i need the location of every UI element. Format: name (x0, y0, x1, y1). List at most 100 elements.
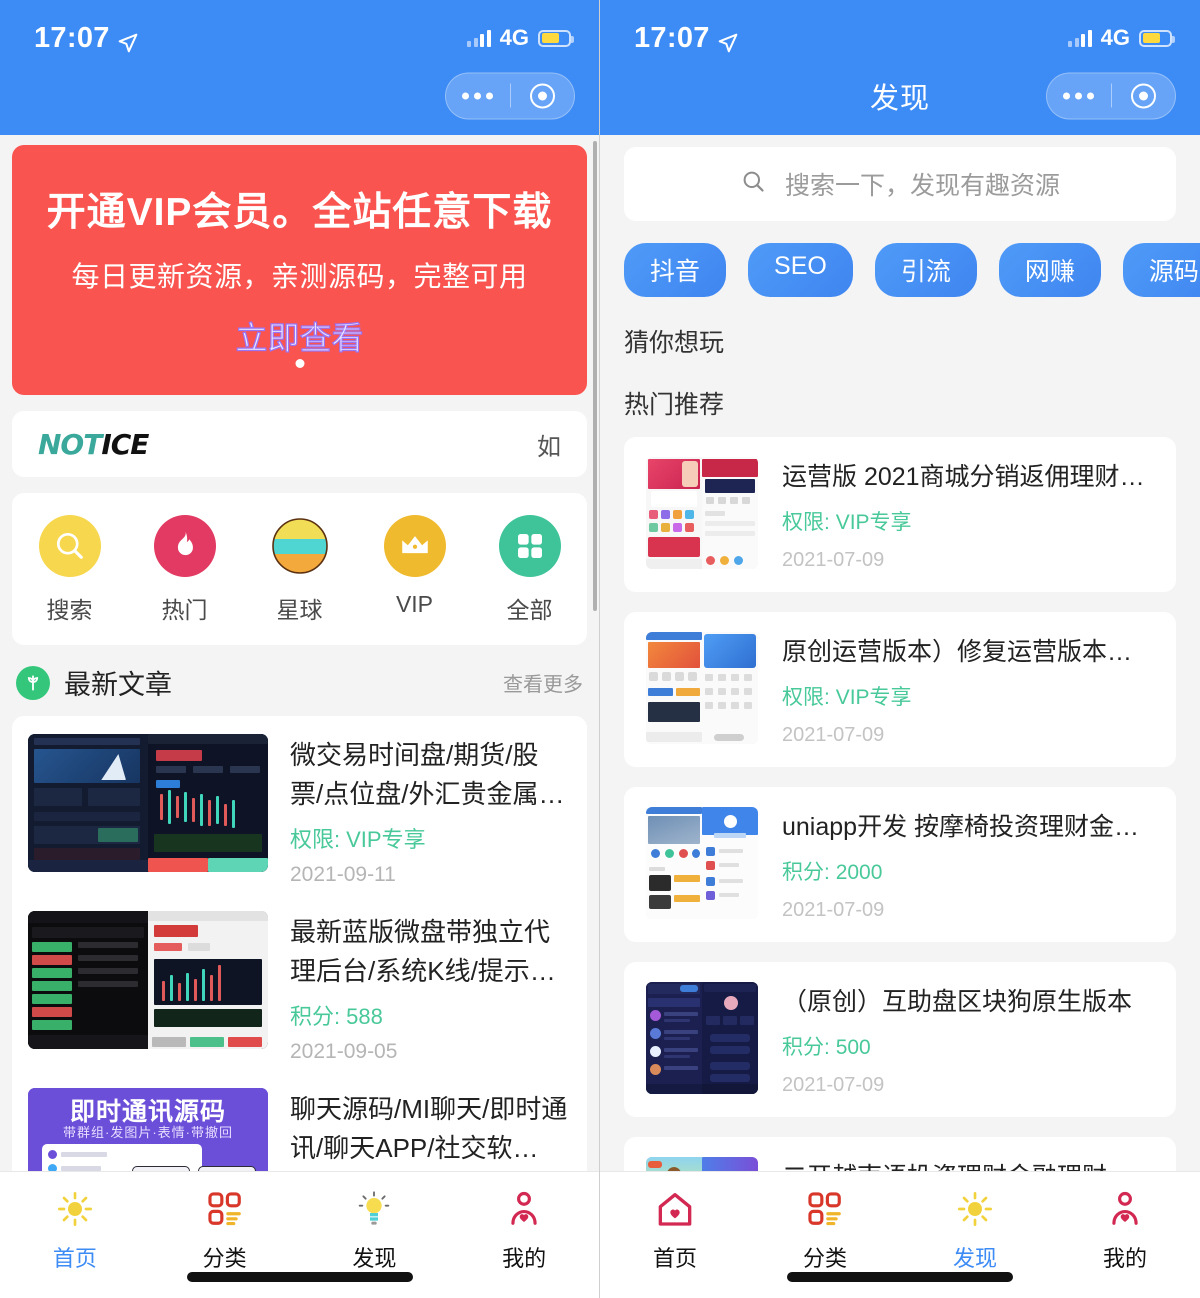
tab-label: 我的 (1102, 1246, 1147, 1271)
resource-card[interactable]: 运营版 2021商城分销返佣理财金融源码 权限: VIP专享 2021-07-0… (624, 437, 1176, 592)
tag-chip[interactable]: 抖音 (624, 243, 727, 297)
resource-thumbnail (646, 457, 758, 569)
status-bar: 17:07 4G (600, 0, 1200, 56)
tag-chip[interactable]: 引流 (874, 243, 977, 297)
resource-meta: 权限: VIP专享 (782, 681, 1154, 711)
home-indicator (186, 1272, 413, 1282)
left-scrollbar[interactable] (593, 141, 597, 611)
tag-chip-row[interactable]: 抖音 SEO 引流 网赚 源码 图片 (600, 221, 1200, 297)
banner-subheadline: 每日更新资源，亲测源码，完整可用 (71, 261, 528, 292)
sun-icon (55, 1186, 95, 1232)
tag-chip[interactable]: 源码 (1122, 243, 1200, 297)
more-menu-button[interactable] (446, 92, 510, 99)
resource-title[interactable]: （原创）互助盘区块狗原生版本 (782, 982, 1154, 1018)
tab-label: 发现 (952, 1246, 997, 1271)
tab-category[interactable]: 分类 (750, 1186, 900, 1273)
tab-home[interactable]: 首页 (0, 1186, 150, 1273)
view-more-link[interactable]: 查看更多 (503, 668, 583, 697)
tab-label: 首页 (52, 1246, 97, 1271)
resource-title[interactable]: 运营版 2021商城分销返佣理财金融源码 (782, 457, 1154, 493)
tab-discover[interactable]: 发现 (300, 1186, 450, 1273)
tab-mine[interactable]: 我的 (449, 1186, 599, 1273)
left-scroll-body[interactable]: 开通VIP会员。全站任意下载 每日更新资源，亲测源码，完整可用 立即查看 NOT… (0, 135, 599, 1298)
network-label: 4G (499, 25, 529, 50)
article-title[interactable]: 微交易时间盘/期货/股票/点位盘/外汇贵金属交易平台... (290, 736, 571, 814)
status-time: 17:07 (34, 21, 110, 54)
vip-promo-banner[interactable]: 开通VIP会员。全站任意下载 每日更新资源，亲测源码，完整可用 立即查看 (12, 145, 587, 395)
resource-title[interactable]: 原创运营版本）修复运营版本投资理财金... (782, 632, 1154, 668)
left-tabbar: 首页 分类 发现 我的 (0, 1171, 599, 1298)
fire-icon (153, 515, 216, 577)
target-circle-icon (1130, 83, 1156, 108)
tag-chip[interactable]: SEO (748, 243, 853, 297)
quick-entry-hot[interactable]: 热门 (127, 515, 242, 625)
quick-entry-all[interactable]: 全部 (472, 515, 587, 625)
article-row[interactable]: 微交易时间盘/期货/股票/点位盘/外汇贵金属交易平台... 权限:VIP专享 2… (12, 722, 587, 899)
close-miniprogram-button[interactable] (1112, 83, 1176, 108)
tab-category[interactable]: 分类 (150, 1186, 300, 1273)
target-circle-icon (529, 83, 555, 108)
article-meta-value: VIP专享 (346, 827, 426, 852)
tab-discover[interactable]: 发现 (900, 1186, 1050, 1273)
search-input[interactable]: 搜索一下，发现有趣资源 (624, 147, 1176, 221)
resource-info: 运营版 2021商城分销返佣理财金融源码 权限: VIP专享 2021-07-0… (782, 457, 1154, 572)
article-thumbnail (28, 734, 268, 872)
resource-meta-value: VIP专享 (835, 511, 912, 534)
article-row[interactable]: 最新蓝版微盘带独立代理后台/系统K线/提示音等 积分:588 2021-09-0… (12, 899, 587, 1076)
location-arrow-icon (118, 28, 138, 53)
article-info: 最新蓝版微盘带独立代理后台/系统K线/提示音等 积分:588 2021-09-0… (290, 911, 571, 1064)
right-topbar: 17:07 4G 发现 (600, 0, 1200, 135)
status-clock: 17:07 (34, 22, 138, 55)
user-heart-icon (1106, 1186, 1144, 1232)
article-title[interactable]: 聊天源码/MI聊天/即时通讯/聊天APP/社交软件/im系统... (290, 1090, 571, 1168)
status-clock: 17:07 (634, 22, 738, 55)
miniprogram-capsule[interactable] (1046, 72, 1176, 119)
tab-label: 分类 (202, 1246, 247, 1271)
resource-date: 2021-07-09 (782, 1074, 885, 1096)
status-indicators: 4G (1068, 25, 1175, 51)
network-label: 4G (1100, 25, 1130, 50)
battery-icon (538, 29, 574, 47)
right-scroll-body[interactable]: 搜索一下，发现有趣资源 抖音 SEO 引流 网赚 源码 图片 猜你想玩 热门推荐 (600, 135, 1200, 1298)
banner-cta-text[interactable]: 立即查看 (235, 313, 364, 359)
tab-home[interactable]: 首页 (600, 1186, 750, 1273)
quick-entry-planet[interactable]: 星球 (242, 515, 357, 625)
article-thumbnail (28, 911, 268, 1049)
article-info: 微交易时间盘/期货/股票/点位盘/外汇贵金属交易平台... 权限:VIP专享 2… (290, 734, 571, 887)
resource-card[interactable]: （原创）互助盘区块狗原生版本 积分: 500 2021-07-09 (624, 962, 1176, 1117)
resource-thumbnail (646, 982, 758, 1094)
more-menu-button[interactable] (1047, 92, 1111, 99)
close-miniprogram-button[interactable] (511, 83, 575, 108)
right-nav-row: 发现 (600, 56, 1200, 135)
notice-text: 如 (537, 433, 561, 461)
latest-articles-header: 最新文章 查看更多 (0, 645, 599, 716)
quick-entry-label: VIP (395, 591, 434, 617)
quick-entry-vip[interactable]: VIP (357, 515, 472, 625)
battery-icon (1139, 29, 1175, 47)
hot-card-list: 运营版 2021商城分销返佣理财金融源码 权限: VIP专享 2021-07-0… (600, 421, 1200, 1292)
resource-card[interactable]: uniapp开发 按摩椅投资理财金融源码系... 积分: 2000 2021-0… (624, 787, 1176, 942)
search-section: 搜索一下，发现有趣资源 (600, 135, 1200, 221)
planet-icon (269, 515, 331, 577)
resource-thumbnail (646, 807, 758, 919)
search-icon (740, 168, 767, 200)
miniprogram-capsule[interactable] (445, 72, 575, 119)
resource-card[interactable]: 原创运营版本）修复运营版本投资理财金... 权限: VIP专享 2021-07-… (624, 612, 1176, 767)
tab-label: 发现 (352, 1246, 397, 1271)
tab-label: 分类 (802, 1246, 847, 1271)
resource-info: 原创运营版本）修复运营版本投资理财金... 权限: VIP专享 2021-07-… (782, 632, 1154, 747)
signal-icon (1068, 29, 1092, 47)
tab-mine[interactable]: 我的 (1050, 1186, 1200, 1273)
quick-entry-label: 热门 (161, 597, 208, 623)
notice-bar[interactable]: NOTICE 如 (12, 411, 587, 477)
quick-entry-search[interactable]: 搜索 (12, 515, 127, 625)
resource-meta-label: 积分: (782, 861, 830, 884)
article-title[interactable]: 最新蓝版微盘带独立代理后台/系统K线/提示音等 (290, 913, 571, 991)
resource-thumbnail (646, 632, 758, 744)
dual-screenshot: 17:07 4G 开通VIP会员。全站任意下载 每日更新资源，亲测源码，完整可用… (0, 0, 1200, 1298)
status-bar: 17:07 4G (0, 0, 599, 56)
resource-title[interactable]: uniapp开发 按摩椅投资理财金融源码系... (782, 807, 1154, 843)
section-title: 最新文章 (64, 670, 172, 700)
carousel-indicator-dot[interactable] (295, 359, 304, 368)
tag-chip[interactable]: 网赚 (998, 243, 1101, 297)
